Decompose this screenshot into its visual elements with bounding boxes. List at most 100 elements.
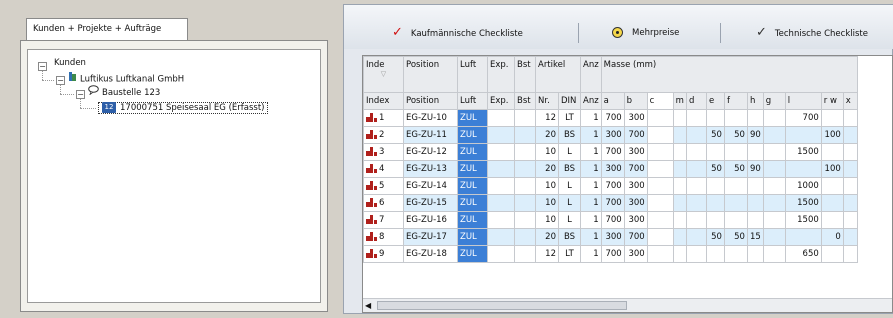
column-header[interactable]: l [784, 92, 822, 110]
cell-luft[interactable]: ZUL [457, 228, 488, 246]
row-index-cell[interactable]: 5 [363, 177, 404, 195]
cell-h[interactable] [746, 245, 764, 263]
cell-rw[interactable] [820, 211, 844, 229]
cell-exp[interactable] [487, 211, 515, 229]
column-header[interactable]: a [600, 92, 625, 110]
cell-a[interactable]: 700 [600, 109, 625, 127]
table-row[interactable]: 4 EG-ZU-13 ZUL 20 BS 1 300 700 50 50 90 100 [363, 160, 858, 178]
cell-bst[interactable] [514, 228, 536, 246]
cell-din[interactable]: BS [558, 160, 581, 178]
scroll-left-arrow-icon[interactable]: ◀ [365, 301, 375, 311]
row-index-cell[interactable]: 6 [363, 194, 404, 212]
cell-exp[interactable] [487, 109, 515, 127]
column-header[interactable]: f [723, 92, 748, 110]
tree-node-company[interactable]: Luftikus Luftkanal GmbH [68, 71, 184, 85]
cell-a[interactable]: 700 [600, 143, 625, 161]
column-header[interactable]: Anz [580, 92, 602, 110]
cell-x[interactable] [842, 245, 858, 263]
scrollbar-thumb[interactable] [377, 301, 627, 310]
cell-anz[interactable]: 1 [580, 211, 602, 229]
cell-m[interactable] [672, 245, 687, 263]
cell-rw[interactable] [820, 194, 844, 212]
cell-exp[interactable] [487, 143, 515, 161]
cell-rw[interactable] [820, 109, 844, 127]
cell-e[interactable] [705, 211, 725, 229]
cell-luft[interactable]: ZUL [457, 194, 488, 212]
cell-anz[interactable]: 1 [580, 160, 602, 178]
column-header[interactable]: Position [403, 92, 458, 110]
cell-c[interactable] [646, 228, 674, 246]
cell-luft[interactable]: ZUL [457, 245, 488, 263]
cell-e[interactable] [705, 245, 725, 263]
table-row[interactable]: 7 EG-ZU-16 ZUL 10 L 1 700 300 1500 [363, 211, 858, 229]
cell-nr[interactable]: 20 [535, 228, 559, 246]
cell-e[interactable] [705, 177, 725, 195]
cell-x[interactable] [842, 228, 858, 246]
cell-bst[interactable] [514, 245, 536, 263]
cell-g[interactable] [762, 211, 786, 229]
cell-din[interactable]: LT [558, 109, 581, 127]
cell-g[interactable] [762, 126, 786, 144]
column-header[interactable]: d [685, 92, 707, 110]
cell-din[interactable]: L [558, 194, 581, 212]
cell-x[interactable] [842, 177, 858, 195]
group-header-inde[interactable]: Inde ▽ [363, 56, 404, 93]
cell-pos[interactable]: EG-ZU-12 [403, 143, 458, 161]
column-header[interactable]: Nr. [535, 92, 559, 110]
cell-x[interactable] [842, 143, 858, 161]
cell-x[interactable] [842, 126, 858, 144]
customer-tree[interactable]: − Kunden − Luftikus Luftkanal GmbH − Bau… [27, 49, 321, 303]
cell-luft[interactable]: ZUL [457, 143, 488, 161]
cell-bst[interactable] [514, 211, 536, 229]
cell-pos[interactable]: EG-ZU-16 [403, 211, 458, 229]
cell-din[interactable]: L [558, 143, 581, 161]
cell-l[interactable]: 700 [784, 109, 822, 127]
cell-g[interactable] [762, 194, 786, 212]
cell-c[interactable] [646, 245, 674, 263]
cell-x[interactable] [842, 109, 858, 127]
table-row[interactable]: 9 EG-ZU-18 ZUL 12 LT 1 700 300 650 [363, 245, 858, 263]
cell-d[interactable] [685, 126, 707, 144]
cell-d[interactable] [685, 143, 707, 161]
cell-x[interactable] [842, 160, 858, 178]
cell-rw[interactable] [820, 143, 844, 161]
cell-c[interactable] [646, 160, 674, 178]
cell-pos[interactable]: EG-ZU-13 [403, 160, 458, 178]
cell-m[interactable] [672, 126, 687, 144]
column-header[interactable]: g [762, 92, 786, 110]
cell-din[interactable]: BS [558, 126, 581, 144]
cell-a[interactable]: 300 [600, 228, 625, 246]
cell-luft[interactable]: ZUL [457, 109, 488, 127]
cell-d[interactable] [685, 211, 707, 229]
row-index-cell[interactable]: 3 [363, 143, 404, 161]
cell-rw[interactable]: 100 [820, 160, 844, 178]
cell-e[interactable] [705, 109, 725, 127]
cell-b[interactable]: 300 [623, 143, 648, 161]
cell-nr[interactable]: 10 [535, 211, 559, 229]
table-row[interactable]: 1 EG-ZU-10 ZUL 12 LT 1 700 300 700 [363, 109, 858, 127]
cell-nr[interactable]: 20 [535, 126, 559, 144]
group-header-artikel[interactable]: Artikel [535, 56, 581, 93]
cell-c[interactable] [646, 194, 674, 212]
cell-g[interactable] [762, 228, 786, 246]
cell-m[interactable] [672, 211, 687, 229]
row-index-cell[interactable]: 9 [363, 245, 404, 263]
cell-exp[interactable] [487, 126, 515, 144]
cell-g[interactable] [762, 109, 786, 127]
cell-m[interactable] [672, 160, 687, 178]
cell-d[interactable] [685, 245, 707, 263]
cell-exp[interactable] [487, 177, 515, 195]
cell-h[interactable]: 15 [746, 228, 764, 246]
column-header[interactable]: e [705, 92, 725, 110]
cell-nr[interactable]: 20 [535, 160, 559, 178]
tab-mehrpreise[interactable]: Mehrpreise [612, 24, 679, 42]
cell-din[interactable]: L [558, 211, 581, 229]
cell-a[interactable]: 700 [600, 194, 625, 212]
cell-h[interactable] [746, 143, 764, 161]
cell-f[interactable] [723, 109, 748, 127]
cell-c[interactable] [646, 211, 674, 229]
cell-a[interactable]: 700 [600, 211, 625, 229]
cell-luft[interactable]: ZUL [457, 211, 488, 229]
cell-luft[interactable]: ZUL [457, 126, 488, 144]
cell-b[interactable]: 700 [623, 228, 648, 246]
